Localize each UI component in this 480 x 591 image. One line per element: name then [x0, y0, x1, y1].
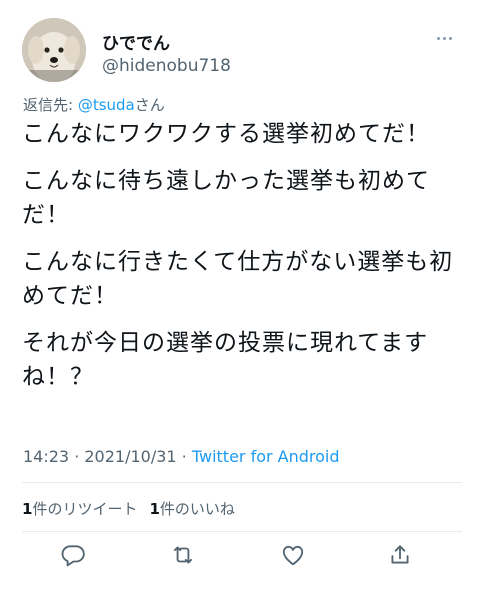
like-count: 1	[149, 500, 160, 518]
tweet-date[interactable]: 2021/10/31	[84, 447, 176, 466]
meta-separator: ·	[69, 447, 85, 466]
retweet-label: 件のリツイート	[32, 500, 138, 518]
tweet-source-link[interactable]: Twitter for Android	[192, 447, 340, 466]
meta-separator: ·	[176, 447, 192, 466]
tweet-stats: 1件のリツイート 1件のいいね	[22, 498, 235, 519]
divider	[22, 482, 462, 483]
dog-avatar-icon	[22, 18, 86, 82]
tweet-paragraph: それが今日の選挙の投票に現れてますね！？	[22, 330, 429, 390]
more-options-icon[interactable]	[432, 28, 456, 48]
heart-icon[interactable]	[280, 542, 306, 568]
tweet-paragraph: こんなに行きたくて仕方がない選挙も初めてだ！	[22, 249, 454, 309]
tweet-paragraph: こんなに待ち遠しかった選挙も初めてだ！	[22, 168, 430, 228]
tweet-paragraph: こんなにワクワクする選挙初めてだ！	[22, 121, 430, 147]
share-icon[interactable]	[387, 542, 413, 568]
avatar[interactable]	[22, 18, 86, 82]
reply-icon[interactable]	[60, 542, 86, 568]
user-handle[interactable]: @hidenobu718	[102, 56, 231, 76]
reply-to-suffix: さん	[134, 96, 165, 114]
like-count-link[interactable]: 1件のいいね	[149, 498, 234, 519]
tweet-time[interactable]: 14:23	[23, 447, 69, 466]
retweet-count-link[interactable]: 1件のリツイート	[22, 498, 137, 519]
reply-to-line: 返信先: @tsudaさん	[23, 94, 165, 115]
display-name[interactable]: ひででん	[102, 29, 170, 54]
retweet-count: 1	[22, 500, 33, 518]
reply-mention-link[interactable]: @tsuda	[78, 96, 135, 114]
reply-to-prefix: 返信先:	[23, 96, 78, 114]
like-label: 件のいいね	[159, 500, 235, 518]
tweet-header: ひででん @hidenobu718	[22, 18, 462, 90]
tweet-text: こんなにワクワクする選挙初めてだ！ こんなに待ち遠しかった選挙も初めてだ！ こん…	[22, 117, 462, 407]
tweet-actions	[60, 542, 420, 572]
retweet-icon[interactable]	[170, 542, 196, 568]
divider	[22, 531, 462, 532]
tweet-meta: 14:23 · 2021/10/31 · Twitter for Android	[23, 447, 340, 466]
